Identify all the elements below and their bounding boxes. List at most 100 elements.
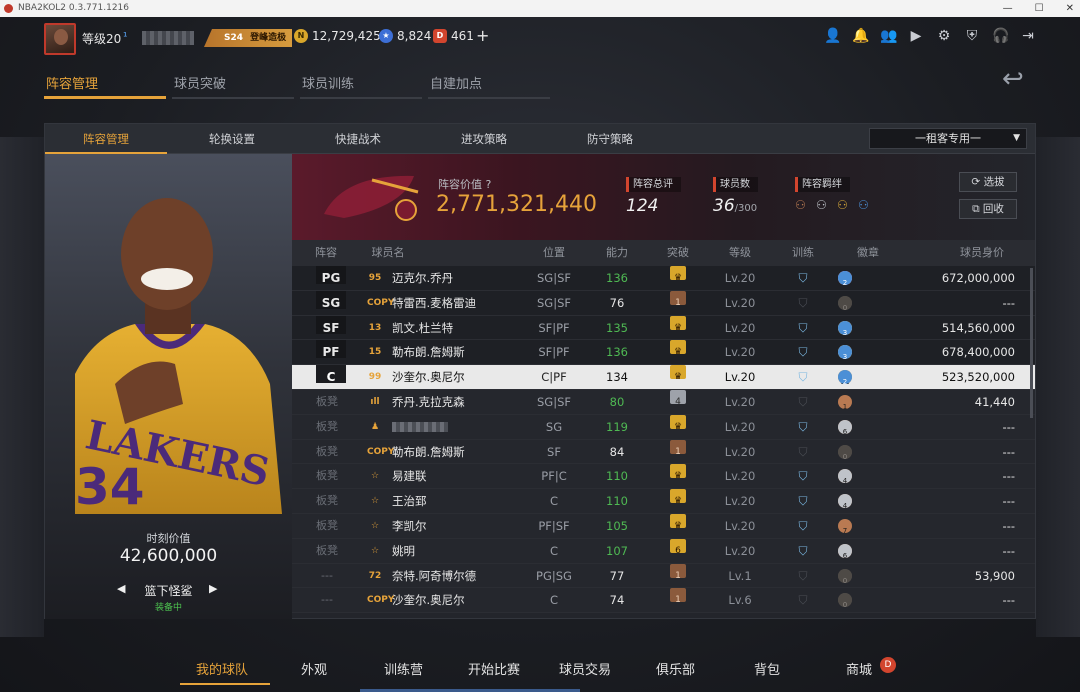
training-icon[interactable]: ⛉: [792, 440, 814, 459]
training-icon[interactable]: ⛉: [792, 415, 814, 434]
training-icon[interactable]: ⛉: [792, 390, 814, 409]
breakthrough-icon: ♛: [670, 266, 686, 283]
nav-shop[interactable]: 商城: [846, 659, 872, 678]
tab-lineup-management[interactable]: 阵容管理: [44, 73, 166, 99]
training-icon[interactable]: ⛉: [792, 564, 814, 583]
card-type-icon: ♟: [370, 421, 380, 432]
training-icon[interactable]: ⛉: [792, 316, 814, 335]
tab-player-breakthrough[interactable]: 球员突破: [172, 73, 294, 99]
player-position: SG|SF: [536, 295, 571, 310]
slot-label: 板凳: [316, 419, 338, 433]
nav-club[interactable]: 俱乐部: [656, 659, 695, 678]
lineup-dropdown[interactable]: 一租客专用一 ▼: [869, 128, 1027, 149]
season-badge[interactable]: S24 登峰造极: [204, 29, 293, 47]
team-header: 阵容价值 ? 2,771,321,440 阵容总评 124 球员数 36/300…: [292, 154, 1035, 240]
table-row[interactable]: 板凳 ☆ 李凯尔 PF|SF 105 ♛ Lv.20 ⛉ 7 ---: [292, 513, 1035, 539]
nav-my-team[interactable]: 我的球队: [196, 659, 248, 678]
player-count-max: /300: [734, 203, 758, 214]
friends-icon[interactable]: 👥: [880, 28, 897, 44]
window-controls: — ☐ ✕: [1003, 0, 1074, 17]
breakthrough-icon: ♛: [670, 513, 686, 531]
col-player-value: 球员身价: [960, 246, 1004, 259]
prev-card-icon[interactable]: ◀: [117, 582, 125, 595]
table-row[interactable]: 板凳☆王治郅C110♛Lv.20⛉64---: [292, 489, 1035, 514]
player-level: 等级20: [82, 32, 122, 46]
table-row[interactable]: SGCOPY特雷西.麦格雷迪SG|SF761Lv.20⛉00---: [292, 290, 1035, 316]
training-icon[interactable]: ⛉: [792, 539, 814, 558]
subtab-rotation[interactable]: 轮换设置: [171, 124, 293, 154]
breakthrough-icon: 1: [670, 290, 686, 308]
player-avatar[interactable]: [44, 23, 76, 55]
tab-player-training[interactable]: 球员训练: [300, 73, 422, 99]
add-currency-button[interactable]: +: [476, 26, 489, 45]
card-switcher: ◀ 篮下怪鲨 ▶: [45, 582, 292, 599]
training-icon[interactable]: ⛉: [792, 514, 814, 533]
training-icon[interactable]: ⛉: [792, 464, 814, 483]
sub-tabs: 阵容管理 轮换设置 快捷战术 进攻策略 防守策略 一租客专用一 ▼: [45, 124, 1035, 154]
subtab-offense[interactable]: 进攻策略: [423, 124, 545, 154]
player-name: 沙奎尔.奥尼尔: [392, 370, 465, 385]
player-ability: 76: [609, 295, 625, 310]
table-row[interactable]: 板凳♟SG119♛Lv.20⛉36---: [292, 414, 1035, 440]
subtab-lineup[interactable]: 阵容管理: [45, 124, 167, 154]
user-icon[interactable]: 👤: [824, 28, 841, 44]
nav-appearance[interactable]: 外观: [301, 659, 327, 678]
table-row[interactable]: C99沙奎尔.奥尼尔C|PF134♛Lv.20⛉115122523,520,00…: [292, 365, 1035, 390]
col-position: 位置: [543, 246, 565, 259]
table-row[interactable]: ---72奈特.阿奇博尔德PG|SG771Lv.1⛉0053,900: [292, 563, 1035, 589]
headset-icon[interactable]: 🎧: [992, 28, 1009, 44]
training-icon[interactable]: ⛉: [792, 365, 814, 384]
subtab-defense[interactable]: 防守策略: [549, 124, 671, 154]
bond-silver-icon[interactable]: ⚇: [816, 198, 832, 212]
recycle-button[interactable]: ⧉ 回收: [959, 199, 1017, 219]
badge-icon: 6: [838, 419, 852, 436]
shield-icon[interactable]: ⛨: [964, 28, 980, 44]
player-value: ---: [1002, 419, 1015, 434]
table-row[interactable]: 板凳☆姚明C1076Lv.20⛉66---: [292, 538, 1035, 564]
nav-backpack[interactable]: 背包: [754, 659, 780, 678]
bond-gold-icon[interactable]: ⚇: [837, 198, 853, 212]
training-icon[interactable]: ⛉: [792, 588, 814, 607]
exit-icon[interactable]: ⇥: [1020, 28, 1036, 44]
nav-training-camp[interactable]: 训练营: [384, 659, 423, 678]
back-arrow-icon[interactable]: ↩: [1002, 66, 1034, 92]
table-row[interactable]: PG95迈克尔.乔丹SG|SF136♛Lv.20⛉2361042672,000,…: [292, 266, 1035, 291]
bond-bronze-icon[interactable]: ⚇: [795, 198, 811, 212]
gear-icon[interactable]: ⚙: [936, 28, 952, 44]
table-row[interactable]: 板凳 ıll 乔丹.克拉克森 SG|SF 80 4 Lv.20 ⛉ 1 41,440: [292, 389, 1035, 415]
minimize-icon[interactable]: —: [1003, 0, 1013, 17]
player-name: 凯文.杜兰特: [392, 320, 454, 335]
card-type-icon: 15: [368, 347, 382, 358]
help-icon[interactable]: ?: [486, 178, 492, 191]
training-icon[interactable]: ⛉: [792, 340, 814, 359]
bell-icon[interactable]: 🔔: [852, 28, 869, 44]
table-row[interactable]: ---COPY沙奎尔.奥尼尔C741Lv.6⛉00---: [292, 588, 1035, 614]
slot-label: ---: [321, 593, 333, 607]
tab-custom-points[interactable]: 自建加点: [428, 73, 550, 99]
player-position: SG: [545, 419, 563, 434]
next-card-icon[interactable]: ▶: [209, 582, 217, 595]
subtab-quick-tactics[interactable]: 快捷战术: [297, 124, 419, 154]
player-value: ---: [1002, 518, 1015, 533]
maximize-icon[interactable]: ☐: [1035, 0, 1044, 17]
bond-blue-icon[interactable]: ⚇: [858, 198, 874, 212]
training-icon[interactable]: ⛉: [792, 489, 814, 508]
table-row[interactable]: 板凳COPY勒布朗.詹姆斯SF841Lv.20⛉00---: [292, 439, 1035, 465]
team-value: 2,771,321,440: [436, 192, 597, 217]
player-card: LAKERS 34 时刻价值 42,600,000 ◀ 篮下怪鲨 ▶ 装备中: [45, 154, 292, 619]
video-icon[interactable]: ▶: [908, 28, 924, 44]
nav-start-game[interactable]: 开始比赛: [468, 659, 520, 678]
player-portrait: LAKERS 34: [75, 198, 282, 514]
table-row[interactable]: SF13凯文.杜兰特SF|PF135♛Lv.20⛉102093514,560,0…: [292, 315, 1035, 341]
player-value: 514,560,000: [941, 320, 1015, 335]
table-row[interactable]: PF15勒布朗.詹姆斯SF|PF136♛Lv.20⛉1927123678,400…: [292, 340, 1035, 366]
roster-scrollbar[interactable]: [1030, 268, 1033, 418]
close-icon[interactable]: ✕: [1066, 0, 1074, 17]
card-type-icon: ☆: [370, 545, 380, 556]
training-icon[interactable]: ⛉: [792, 291, 814, 310]
training-icon[interactable]: ⛉: [792, 266, 814, 285]
table-row[interactable]: 板凳☆易建联PF|C110♛Lv.20⛉44---: [292, 464, 1035, 490]
nav-player-trade[interactable]: 球员交易: [559, 659, 611, 678]
select-button[interactable]: ⟳ 选拔: [959, 172, 1017, 192]
player-value: 523,520,000: [941, 370, 1015, 385]
